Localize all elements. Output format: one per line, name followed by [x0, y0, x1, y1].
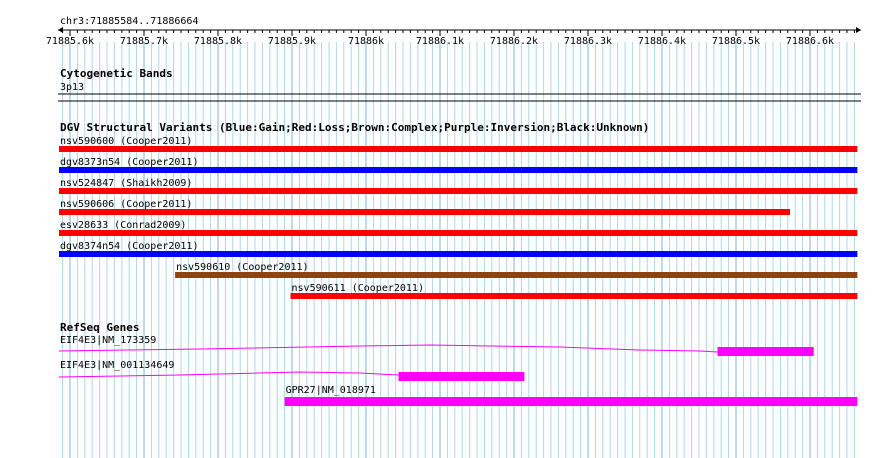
dgv-feature-bar[interactable]	[290, 293, 858, 299]
gene-exon[interactable]	[398, 372, 525, 381]
region-label: chr3:71885584..71886664	[60, 16, 198, 27]
dgv-feature-label: nsv524847 (Shaikh2009)	[60, 178, 192, 189]
dgv-feature-bar[interactable]	[175, 272, 858, 278]
track-panel: chr3:71885584..71886664 71885.6k 71885.7k…	[46, 16, 861, 458]
genome-browser-view: chr3:71885584..71886664 71885.6k 71885.7k…	[0, 0, 890, 458]
gene-exon[interactable]	[717, 347, 814, 356]
cytoband-track-title: Cytogenetic Bands	[60, 67, 173, 80]
dgv-feature-label: esv28633 (Conrad2009)	[60, 220, 186, 231]
dgv-feature-label: nsv590611 (Cooper2011)	[292, 283, 424, 294]
cytoband-label: 3p13	[60, 82, 84, 93]
dgv-feature-bar[interactable]	[59, 209, 791, 215]
dgv-feature-label: nsv590600 (Cooper2011)	[60, 136, 192, 147]
ruler-tick-label: 71886k	[348, 36, 384, 47]
dgv-feature-bar[interactable]	[59, 188, 858, 194]
dgv-feature-label: nsv590610 (Cooper2011)	[176, 262, 308, 273]
dgv-feature-bar[interactable]	[59, 146, 858, 152]
ruler-right-arrow-icon	[856, 27, 861, 33]
ruler-tick-label: 71886.5k	[712, 36, 760, 47]
ruler-tick-label: 71885.7k	[120, 36, 168, 47]
dgv-features: nsv590600 (Cooper2011) dgv8373n54 (Cooper…	[59, 136, 858, 299]
scale-ruler: 71885.6k 71885.7k 71885.8k 71885.9k 71886k 71…	[46, 27, 861, 47]
dgv-feature-label: dgv8374n54 (Cooper2011)	[60, 241, 198, 252]
gene-label: EIF4E3|NM_173359	[60, 335, 156, 346]
gene-exon[interactable]	[284, 397, 858, 406]
gene-intron-line	[58, 371, 399, 378]
gene-label: GPR27|NM_018971	[286, 385, 376, 396]
dgv-feature-bar[interactable]	[59, 230, 858, 236]
refseq-track-title: RefSeq Genes	[60, 321, 139, 334]
dgv-feature-label: dgv8373n54 (Cooper2011)	[60, 157, 198, 168]
ruler-tick-label: 71885.9k	[268, 36, 316, 47]
ruler-tick-label: 71886.1k	[416, 36, 464, 47]
dgv-feature-bar[interactable]	[59, 167, 858, 173]
ruler-tick-label: 71885.8k	[194, 36, 242, 47]
ruler-tick-label: 71886.3k	[564, 36, 612, 47]
ruler-tick-label: 71886.2k	[490, 36, 538, 47]
ruler-tick-label: 71885.6k	[46, 36, 94, 47]
dgv-feature-bar[interactable]	[59, 251, 858, 257]
dgv-track-title: DGV Structural Variants (Blue:Gain;Red:L…	[60, 121, 649, 134]
ruler-tick-label: 71886.6k	[786, 36, 834, 47]
ruler-tick-label: 71886.4k	[638, 36, 686, 47]
refseq-features: EIF4E3|NM_173359 EIF4E3|NM_001134649 GPR27…	[58, 335, 858, 406]
dgv-feature-label: nsv590606 (Cooper2011)	[60, 199, 192, 210]
gene-label: EIF4E3|NM_001134649	[60, 360, 174, 371]
